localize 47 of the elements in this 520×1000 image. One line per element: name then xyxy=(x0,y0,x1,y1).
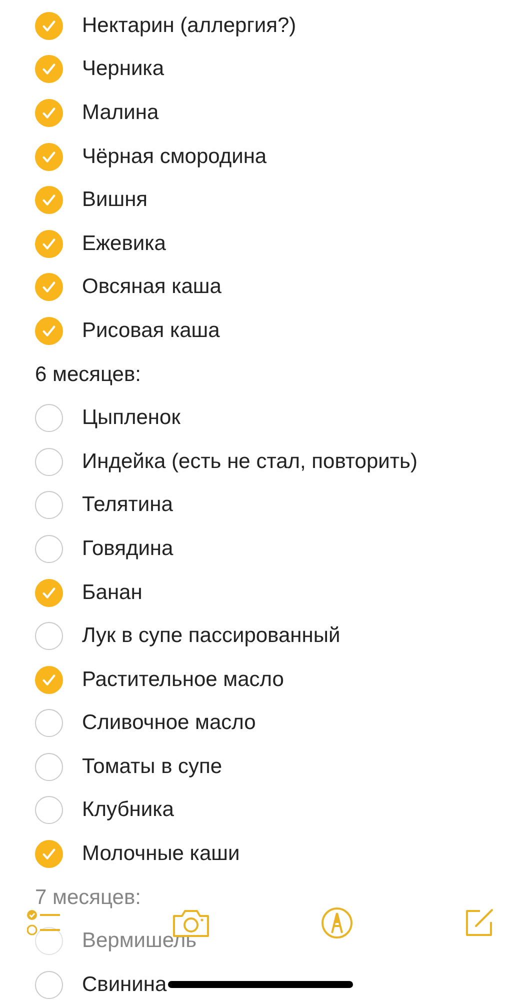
checklist-item-text: Ежевика xyxy=(82,232,166,256)
checkbox[interactable] xyxy=(35,796,63,824)
checklist-item-text: Томаты в супе xyxy=(82,754,222,779)
checklist-item-text: Малина xyxy=(82,100,159,125)
checkbox[interactable] xyxy=(35,448,63,476)
checkbox[interactable] xyxy=(35,142,63,171)
checkbox[interactable] xyxy=(35,666,63,694)
checkbox[interactable] xyxy=(35,316,63,345)
checkbox[interactable] xyxy=(35,927,63,956)
section-heading: 6 месяцев: xyxy=(35,362,141,387)
checkbox[interactable] xyxy=(35,55,63,84)
checklist-item-text: Нектарин (аллергия?) xyxy=(82,14,296,38)
checkbox[interactable] xyxy=(35,186,63,214)
checklist-item-text: Молочные каши xyxy=(82,842,240,866)
checkbox[interactable] xyxy=(35,578,63,607)
checklist-item-text: Сливочное масло xyxy=(82,711,256,736)
checklist-item-text: Овсяная каша xyxy=(82,275,222,300)
checklist-item-text: Цыпленок xyxy=(82,406,180,430)
checklist-item-text: Лук в супе пассированный xyxy=(82,624,340,648)
checklist-item-text: Рисовая каша xyxy=(82,318,220,343)
checklist-item-text: Черника xyxy=(82,57,164,82)
checkbox[interactable] xyxy=(35,491,63,520)
checklist-icon[interactable] xyxy=(27,908,61,938)
markup-pen-icon[interactable] xyxy=(321,907,353,939)
checkbox[interactable] xyxy=(35,404,63,432)
checklist-item-text: Банан xyxy=(82,580,142,605)
checkbox[interactable] xyxy=(35,622,63,650)
checkbox[interactable] xyxy=(35,230,63,258)
checklist-item-text: Клубника xyxy=(82,798,174,822)
compose-icon[interactable] xyxy=(464,908,494,938)
checklist-item-text: Вишня xyxy=(82,188,148,212)
checklist-item-text: Вермишель xyxy=(82,929,197,954)
checkbox[interactable] xyxy=(35,12,63,40)
checkbox[interactable] xyxy=(35,709,63,738)
section-heading: 7 месяцев: xyxy=(35,886,141,910)
checkbox[interactable] xyxy=(35,970,63,999)
checkbox[interactable] xyxy=(35,752,63,781)
checklist-item-text: Растительное масло xyxy=(82,668,284,692)
checklist-item-text: Говядина xyxy=(82,536,174,561)
checkbox[interactable] xyxy=(35,534,63,563)
checkbox[interactable] xyxy=(35,840,63,868)
checklist-item-text: Телятина xyxy=(82,493,173,518)
checklist-item-text: Свинина xyxy=(82,972,167,997)
checkbox[interactable] xyxy=(35,98,63,127)
checkbox[interactable] xyxy=(35,273,63,302)
checklist-item-text: Чёрная смородина xyxy=(82,144,267,169)
checklist-item-text: Индейка (есть не стал, повторить) xyxy=(82,450,418,474)
